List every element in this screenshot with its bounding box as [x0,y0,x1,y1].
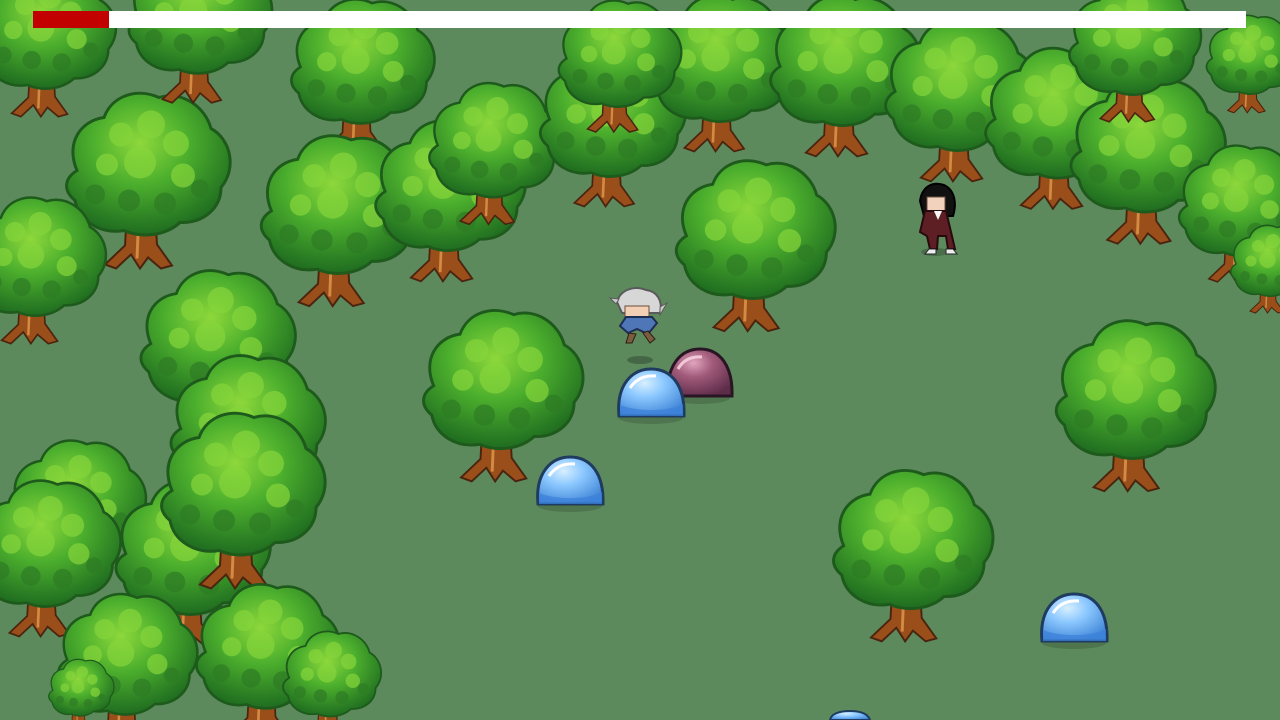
forest-map [0,0,1280,720]
slime-blue[interactable] [617,367,686,424]
health-bar [33,11,1246,28]
slime-blue[interactable] [536,455,605,512]
slime-blue[interactable] [1040,592,1109,649]
game-viewport[interactable] [0,0,1280,720]
health-bar-fill [33,11,110,28]
